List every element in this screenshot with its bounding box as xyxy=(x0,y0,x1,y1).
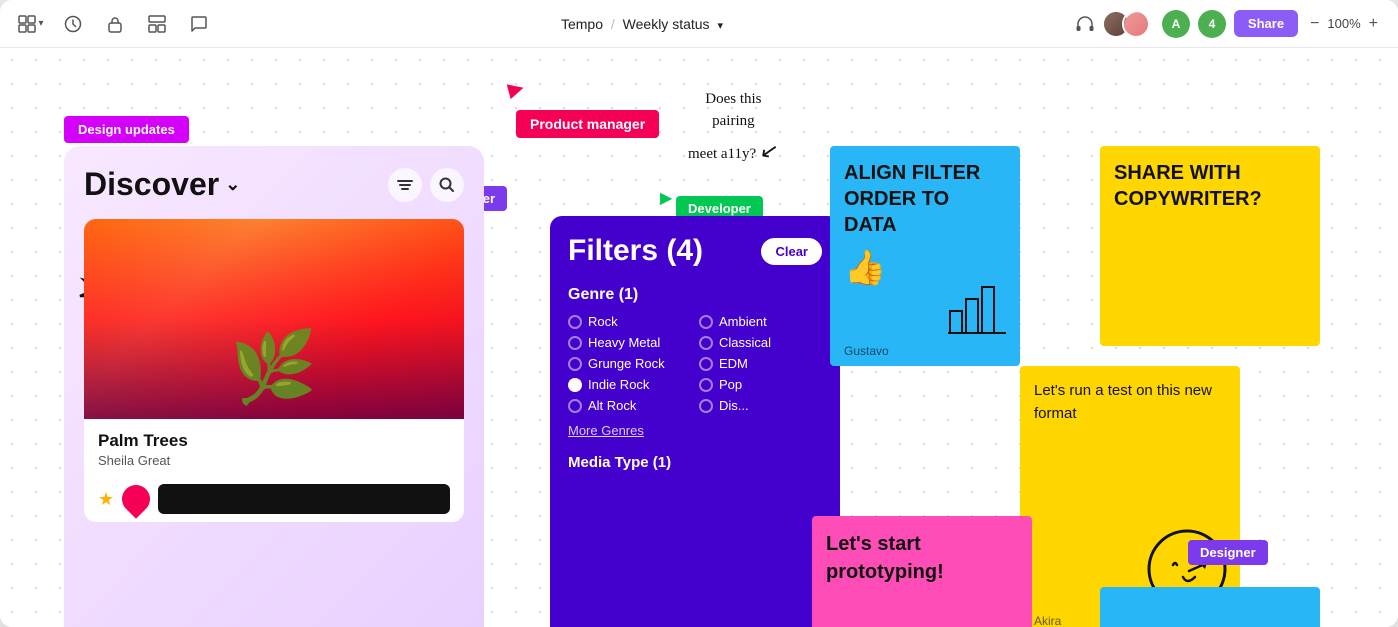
cursor-green-icon: ▶ xyxy=(660,188,672,208)
breadcrumb-area: Tempo / Weekly status ▾ xyxy=(230,16,1054,32)
filter-item-rock[interactable]: Rock xyxy=(568,314,691,329)
share-button[interactable]: Share xyxy=(1234,10,1298,37)
gustavo-label: Gustavo xyxy=(844,344,889,358)
filter-item-edm[interactable]: EDM xyxy=(699,356,822,371)
filter-radio-edm[interactable] xyxy=(699,357,713,371)
label-design-updates[interactable]: Design updates xyxy=(64,116,189,143)
note-share-copywriter[interactable]: SHARE WITH COPYWRITER? xyxy=(1100,146,1320,346)
filter-radio-grunge-rock[interactable] xyxy=(568,357,582,371)
filter-item-ambient[interactable]: Ambient xyxy=(699,314,822,329)
breadcrumb: Tempo / Weekly status ▾ xyxy=(561,16,723,32)
filter-item-heavy-metal[interactable]: Heavy Metal xyxy=(568,335,691,350)
music-card-image: 🌿 xyxy=(84,219,464,419)
headphones-icon-button[interactable] xyxy=(1070,9,1100,39)
filters-panel: Filters (4) Clear Genre (1) Rock Ambient… xyxy=(550,216,840,627)
breadcrumb-chevron-icon[interactable]: ▾ xyxy=(717,20,723,32)
layout-icon-button[interactable] xyxy=(142,9,172,39)
filter-radio-ambient[interactable] xyxy=(699,315,713,329)
genre-filter-list: Rock Ambient Heavy Metal Classical Grung… xyxy=(568,314,822,413)
clock-icon-button[interactable] xyxy=(58,9,88,39)
note-align-filter[interactable]: ALIGN FILTER ORDER TO DATA 👍 Gustavo xyxy=(830,146,1020,366)
grid-tool-button[interactable]: ▾ xyxy=(16,9,46,39)
filters-title: Filters (4) xyxy=(568,234,703,268)
note-share-text: SHARE WITH COPYWRITER? xyxy=(1114,160,1306,212)
filter-radio-alt-rock[interactable] xyxy=(568,399,582,413)
label-product-manager[interactable]: Product manager xyxy=(516,110,659,138)
titlebar-right: A 4 Share − 100% + xyxy=(1070,9,1382,39)
pink-shape-decoration xyxy=(116,479,156,519)
search-icon-button[interactable] xyxy=(430,168,464,202)
filter-item-classical[interactable]: Classical xyxy=(699,335,822,350)
filter-radio-indie-rock[interactable] xyxy=(568,378,582,392)
avatar-a: A xyxy=(1162,10,1190,38)
music-card-info: Palm Trees Sheila Great xyxy=(84,419,464,476)
filter-item-dis[interactable]: Dis... xyxy=(699,398,822,413)
note-prototype[interactable]: Let's start prototyping! xyxy=(812,516,1032,627)
cursor-pink-icon: ▶ xyxy=(505,74,526,102)
zoom-controls: − 100% + xyxy=(1306,13,1382,35)
canvas-area[interactable]: Design updates ▶ Product manager Does th… xyxy=(0,48,1398,627)
akira-label: Akira xyxy=(1034,614,1061,627)
card-title: Palm Trees xyxy=(98,431,450,451)
music-card-footer: ★ xyxy=(84,476,464,522)
genre-section-title: Genre (1) xyxy=(568,286,822,304)
star-icon: ★ xyxy=(98,489,114,510)
filter-radio-rock[interactable] xyxy=(568,315,582,329)
note-blue-bottom xyxy=(1100,587,1320,627)
toolbar-left: ▾ xyxy=(16,9,214,39)
note-prototype-text: Let's start prototyping! xyxy=(826,530,1018,586)
app-window: ▾ xyxy=(0,0,1398,627)
zoom-out-button[interactable]: − xyxy=(1306,13,1323,35)
filter-radio-pop[interactable] xyxy=(699,378,713,392)
black-bar-decoration xyxy=(158,484,450,514)
filters-header: Filters (4) Clear xyxy=(568,234,822,268)
filter-icon-button[interactable] xyxy=(388,168,422,202)
note-test-text: Let's run a test on this new format xyxy=(1034,380,1226,425)
filter-radio-heavy-metal[interactable] xyxy=(568,336,582,350)
discover-chevron-icon[interactable]: ⌄ xyxy=(225,174,240,195)
card-artist: Sheila Great xyxy=(98,453,450,468)
discover-title: Discover ⌄ xyxy=(84,166,240,203)
avatar-2 xyxy=(1122,10,1150,38)
collaborators-avatars xyxy=(1108,10,1150,38)
zoom-level: 100% xyxy=(1327,16,1360,31)
annotation-text: Does thispairingmeet a11y? xyxy=(688,91,762,162)
music-panel-icons xyxy=(388,168,464,202)
media-type-title: Media Type (1) xyxy=(568,454,822,471)
filter-radio-dis[interactable] xyxy=(699,399,713,413)
zoom-in-button[interactable]: + xyxy=(1365,13,1382,35)
music-panel-header: Discover ⌄ xyxy=(84,166,464,203)
filter-item-pop[interactable]: Pop xyxy=(699,377,822,392)
label-designer[interactable]: Designer xyxy=(1188,540,1268,565)
filter-item-grunge-rock[interactable]: Grunge Rock xyxy=(568,356,691,371)
comment-icon-button[interactable] xyxy=(184,9,214,39)
music-app-panel: Discover ⌄ xyxy=(64,146,484,627)
music-card[interactable]: 🌿 Palm Trees Sheila Great ★ xyxy=(84,219,464,522)
clear-button[interactable]: Clear xyxy=(761,238,822,265)
filter-item-indie-rock[interactable]: Indie Rock xyxy=(568,377,691,392)
notification-count-badge: 4 xyxy=(1198,10,1226,38)
more-genres-link[interactable]: More Genres xyxy=(568,423,822,438)
titlebar: ▾ xyxy=(0,0,1398,48)
filter-item-alt-rock[interactable]: Alt Rock xyxy=(568,398,691,413)
filter-radio-classical[interactable] xyxy=(699,336,713,350)
bar-chart-decoration xyxy=(948,281,1008,336)
annotation-a11y: Does thispairingmeet a11y? ↙ xyxy=(688,88,779,167)
note-align-filter-text: ALIGN FILTER ORDER TO DATA xyxy=(844,160,1006,238)
lock-icon-button[interactable] xyxy=(100,9,130,39)
